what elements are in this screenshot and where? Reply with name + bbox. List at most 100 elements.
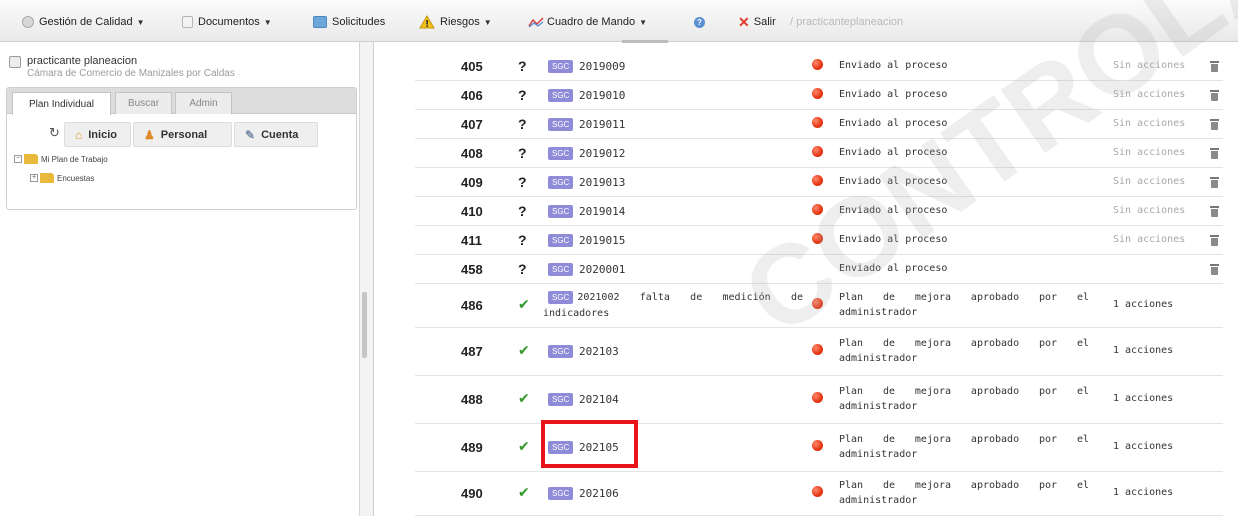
record-code[interactable]: 202106 bbox=[579, 487, 619, 500]
menu-salir[interactable]: ✕ Salir bbox=[738, 13, 776, 31]
menu-gestion-calidad[interactable]: Gestión de Calidad ▼ bbox=[22, 13, 144, 31]
table-row[interactable]: 489 ✔ SGC 202105 Plan de mejora aprobado por… bbox=[415, 424, 1223, 472]
table-row[interactable]: 408? SGC 2019012 Enviado al proceso Sin acci… bbox=[415, 139, 1223, 168]
trash-lid bbox=[1210, 234, 1219, 237]
record-code[interactable]: 2020001 bbox=[579, 263, 625, 276]
table-row[interactable]: 487 ✔ SGC 202103 Plan de mejora aprobado por… bbox=[415, 328, 1223, 376]
trash-icon[interactable] bbox=[1210, 176, 1219, 188]
trash-can bbox=[1211, 63, 1218, 72]
table-row[interactable]: 409? SGC 2019013 Enviado al proceso Sin acci… bbox=[415, 168, 1223, 197]
record-state: Plan de mejora aprobado por el administr… bbox=[839, 292, 1089, 318]
check-icon: ✔ bbox=[518, 343, 530, 359]
table-row[interactable]: 410? SGC 2019014 Enviado al proceso Sin acci… bbox=[415, 197, 1223, 226]
unknown-status-icon: ? bbox=[518, 86, 527, 103]
trash-can bbox=[1211, 121, 1218, 130]
trash-icon[interactable] bbox=[1210, 205, 1219, 217]
record-actions[interactable]: Sin acciones bbox=[1113, 147, 1185, 158]
record-code[interactable]: SGC 2021002 falta de medición de indicado… bbox=[543, 290, 803, 322]
table-row[interactable]: 406? SGC 2019010 Enviado al proceso Sin acci… bbox=[415, 81, 1223, 110]
help-button[interactable]: ? bbox=[694, 13, 705, 31]
tab-admin[interactable]: Admin bbox=[175, 92, 232, 114]
cuenta-button[interactable]: ✎ Cuenta bbox=[234, 122, 318, 147]
record-code[interactable]: 2019014 bbox=[579, 205, 625, 218]
unknown-status-icon: ? bbox=[518, 144, 527, 161]
record-actions[interactable]: 1 acciones bbox=[1113, 487, 1173, 498]
record-state: Enviado al proceso bbox=[839, 175, 948, 187]
menu-riesgos[interactable]: Riesgos ▼ bbox=[419, 13, 492, 31]
table-row[interactable]: 488 ✔ SGC 202104 Plan de mejora aprobado por… bbox=[415, 376, 1223, 424]
cuenta-label: Cuenta bbox=[261, 128, 299, 141]
record-state: Enviado al proceso bbox=[839, 117, 948, 129]
refresh-icon[interactable]: ↻ bbox=[49, 126, 60, 141]
trash-lid bbox=[1210, 205, 1219, 208]
trash-icon[interactable] bbox=[1210, 118, 1219, 130]
status-dot-icon bbox=[812, 174, 823, 186]
folder-icon bbox=[40, 173, 54, 183]
trash-icon[interactable] bbox=[1210, 60, 1219, 72]
personal-button[interactable]: ♟ Personal bbox=[133, 122, 232, 147]
table-row[interactable]: 411? SGC 2019015 Enviado al proceso Sin acci… bbox=[415, 226, 1223, 255]
table-row[interactable]: 490 ✔ SGC 202106 Plan de mejora aprobado por… bbox=[415, 472, 1223, 516]
row-number: 488 bbox=[461, 392, 483, 407]
record-actions[interactable]: Sin acciones bbox=[1113, 60, 1185, 71]
chart-line-icon bbox=[528, 17, 544, 28]
record-actions[interactable]: Sin acciones bbox=[1113, 234, 1185, 245]
record-code[interactable]: 2019012 bbox=[579, 147, 625, 160]
record-state: Enviado al proceso bbox=[839, 146, 948, 158]
check-icon: ✔ bbox=[518, 485, 530, 501]
tree-item-plan-trabajo[interactable]: − Mi Plan de Trabajo bbox=[14, 154, 108, 164]
unknown-status-icon: ? bbox=[518, 202, 527, 219]
record-actions[interactable]: 1 acciones bbox=[1113, 299, 1173, 310]
trash-icon[interactable] bbox=[1210, 263, 1219, 275]
record-code[interactable]: 2019013 bbox=[579, 176, 625, 189]
chevron-down-icon: ▼ bbox=[483, 17, 492, 27]
record-code[interactable]: 202104 bbox=[579, 393, 619, 406]
record-code[interactable]: 2019015 bbox=[579, 234, 625, 247]
menu-documentos[interactable]: Documentos ▼ bbox=[182, 13, 272, 31]
expand-icon[interactable]: + bbox=[30, 174, 38, 182]
menu-solicitudes[interactable]: Solicitudes bbox=[313, 13, 385, 31]
tab-buscar[interactable]: Buscar bbox=[115, 92, 172, 114]
row-number: 487 bbox=[461, 344, 483, 359]
tree-item-encuestas[interactable]: + Encuestas bbox=[30, 173, 94, 183]
collapse-icon[interactable]: − bbox=[14, 155, 22, 163]
tab-plan-individual[interactable]: Plan Individual bbox=[12, 92, 111, 115]
record-code[interactable]: 2019011 bbox=[579, 118, 625, 131]
table-row[interactable]: 405? SGC 2019009 Enviado al proceso Sin acci… bbox=[415, 52, 1223, 81]
record-actions[interactable]: Sin acciones bbox=[1113, 118, 1185, 129]
trash-icon[interactable] bbox=[1210, 147, 1219, 159]
panel-splitter[interactable] bbox=[360, 42, 374, 516]
table-row[interactable]: 458? SGC 2020001 Enviado al proceso bbox=[415, 255, 1223, 284]
menu-cuadro-mando[interactable]: Cuadro de Mando ▼ bbox=[528, 13, 647, 31]
record-state: Enviado al proceso bbox=[839, 204, 948, 216]
record-code[interactable]: 2019010 bbox=[579, 89, 625, 102]
unknown-status-icon: ? bbox=[518, 115, 527, 132]
record-state: Plan de mejora aprobado por el administr… bbox=[839, 434, 1089, 460]
user-organization: Cámara de Comercio de Manizales por Cald… bbox=[27, 68, 235, 79]
menu-solicitudes-label: Solicitudes bbox=[332, 16, 386, 28]
sgc-tag: SGC bbox=[548, 59, 574, 73]
record-actions[interactable]: Sin acciones bbox=[1113, 89, 1185, 100]
inicio-button[interactable]: ⌂ Inicio bbox=[64, 122, 131, 147]
record-code[interactable]: 2019009 bbox=[579, 60, 625, 73]
user-name: practicante planeacion bbox=[27, 55, 138, 67]
row-number: 489 bbox=[461, 440, 483, 455]
check-icon: ✔ bbox=[518, 391, 530, 407]
splitter-grip[interactable] bbox=[362, 292, 367, 358]
status-dot-icon bbox=[812, 344, 823, 355]
chevron-down-icon: ▼ bbox=[263, 17, 272, 27]
trash-icon[interactable] bbox=[1210, 234, 1219, 246]
sgc-tag: SGC bbox=[548, 291, 574, 304]
record-actions[interactable]: Sin acciones bbox=[1113, 176, 1185, 187]
table-row[interactable]: 486 ✔ SGC 2021002 falta de medición de indi… bbox=[415, 284, 1223, 328]
record-actions[interactable]: Sin acciones bbox=[1113, 205, 1185, 216]
record-actions[interactable]: 1 acciones bbox=[1113, 441, 1173, 452]
unknown-status-icon: ? bbox=[518, 260, 527, 277]
record-actions[interactable]: 1 acciones bbox=[1113, 345, 1173, 356]
trash-icon[interactable] bbox=[1210, 89, 1219, 101]
trash-can bbox=[1211, 179, 1218, 188]
record-actions[interactable]: 1 acciones bbox=[1113, 393, 1173, 404]
record-code[interactable]: 202103 bbox=[579, 345, 619, 358]
table-row[interactable]: 407? SGC 2019011 Enviado al proceso Sin acci… bbox=[415, 110, 1223, 139]
user-icon bbox=[9, 56, 21, 68]
